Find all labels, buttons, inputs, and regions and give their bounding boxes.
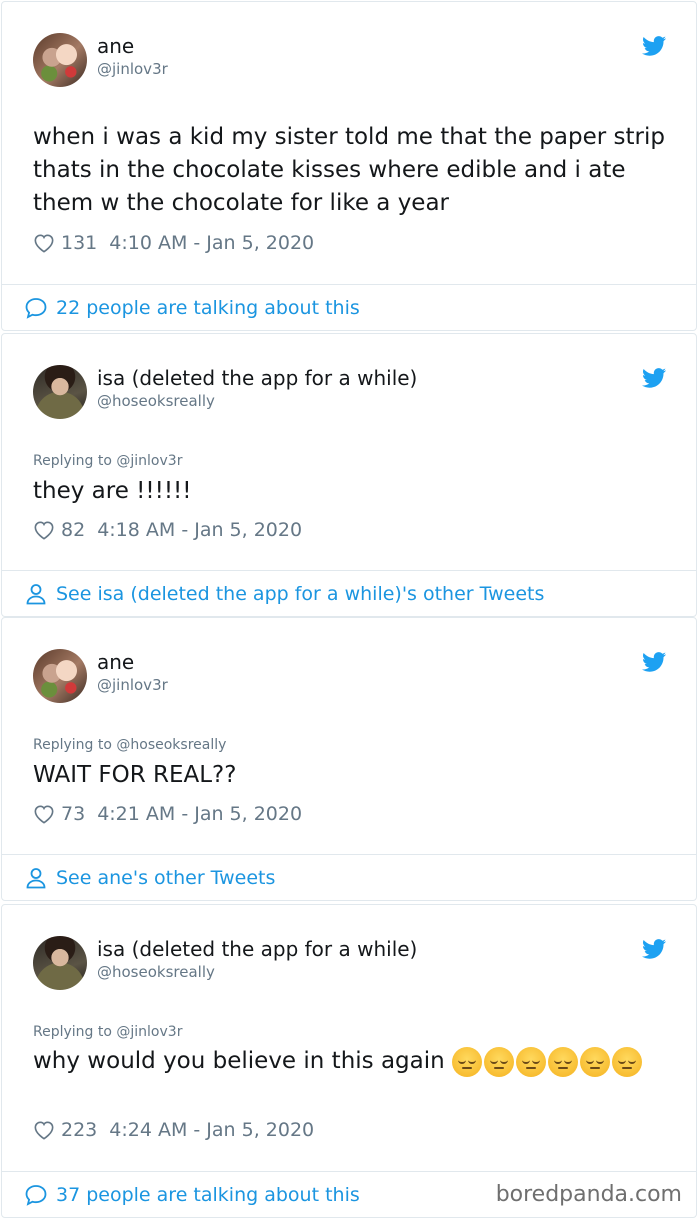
twitter-bird-icon[interactable] [642,652,666,672]
user-name[interactable]: ane [97,650,134,674]
user-name[interactable]: isa (deleted the app for a while) [97,366,417,390]
tweet-meta: 73 4:21 AM - Jan 5, 2020 [33,803,302,825]
tweet-meta: 131 4:10 AM - Jan 5, 2020 [33,232,314,254]
tweet-card: isa (deleted the app for a while) @hoseo… [1,333,697,617]
profile-link[interactable]: See isa (deleted the app for a while)'s … [2,570,696,616]
like-count: 73 [61,803,86,825]
tweet-text: they are !!!!!! [33,478,192,504]
user-handle[interactable]: @hoseoksreally [97,392,215,410]
tweet-text: WAIT FOR REAL?? [33,762,237,788]
heart-icon[interactable] [33,1120,55,1140]
replying-prefix: Replying to [33,453,117,469]
timestamp[interactable]: 4:21 AM - Jan 5, 2020 [97,803,302,825]
reply-target-handle[interactable]: @hoseoksreally [116,737,226,753]
person-icon [26,867,46,888]
tweet-meta: 82 4:18 AM - Jan 5, 2020 [33,519,302,541]
tweet-text-content: why would you believe in this again [33,1048,445,1074]
watermark: boredpanda.com [495,1182,682,1207]
tweet-card: isa (deleted the app for a while) @hoseo… [1,904,697,1218]
pensive-face-emoji [452,1046,483,1077]
user-handle[interactable]: @hoseoksreally [97,963,215,981]
avatar[interactable] [33,649,87,703]
tweet-card: ane @jinlov3r when i was a kid my sister… [1,1,697,331]
avatar[interactable] [33,33,87,87]
profile-link[interactable]: See ane's other Tweets [2,854,696,900]
heart-icon[interactable] [33,520,55,540]
tweet-text: when i was a kid my sister told me that … [33,124,665,216]
pensive-face-emoji [580,1046,611,1077]
heart-icon[interactable] [33,233,55,253]
twitter-bird-icon[interactable] [642,368,666,388]
user-name[interactable]: isa (deleted the app for a while) [97,937,417,961]
reply-target-handle[interactable]: @jinlov3r [116,453,182,469]
replying-to: Replying to @jinlov3r [33,453,182,469]
timestamp[interactable]: 4:18 AM - Jan 5, 2020 [97,519,302,541]
emoji-row [452,1046,644,1077]
twitter-bird-icon[interactable] [642,36,666,56]
heart-icon[interactable] [33,804,55,824]
reply-target-handle[interactable]: @jinlov3r [116,1024,182,1040]
footer-label: 37 people are talking about this [56,1183,360,1206]
footer-label: See ane's other Tweets [56,866,276,889]
speech-bubble-icon [25,297,47,319]
like-count: 131 [61,232,98,254]
footer-label: See isa (deleted the app for a while)'s … [56,582,545,605]
speech-bubble-icon [25,1184,47,1206]
timestamp[interactable]: 4:24 AM - Jan 5, 2020 [109,1119,314,1141]
pensive-face-emoji [516,1046,547,1077]
replying-to: Replying to @hoseoksreally [33,737,226,753]
twitter-bird-icon[interactable] [642,939,666,959]
replying-to: Replying to @jinlov3r [33,1024,182,1040]
person-icon [26,583,46,604]
tweet-card: ane @jinlov3r Replying to @hoseoksreally… [1,617,697,901]
avatar[interactable] [33,365,87,419]
user-handle[interactable]: @jinlov3r [97,60,168,78]
replying-prefix: Replying to [33,737,117,753]
tweet-meta: 223 4:24 AM - Jan 5, 2020 [33,1119,314,1141]
user-name[interactable]: ane [97,34,134,58]
footer-label: 22 people are talking about this [56,296,360,319]
tweet-text: why would you believe in this again [33,1045,666,1078]
pensive-face-emoji [484,1046,515,1077]
avatar[interactable] [33,936,87,990]
user-handle[interactable]: @jinlov3r [97,676,168,694]
like-count: 223 [61,1119,98,1141]
replying-prefix: Replying to [33,1024,117,1040]
timestamp[interactable]: 4:10 AM - Jan 5, 2020 [109,232,314,254]
conversation-link[interactable]: 22 people are talking about this [2,284,696,330]
pensive-face-emoji [548,1046,579,1077]
like-count: 82 [61,519,86,541]
pensive-face-emoji [612,1046,643,1077]
